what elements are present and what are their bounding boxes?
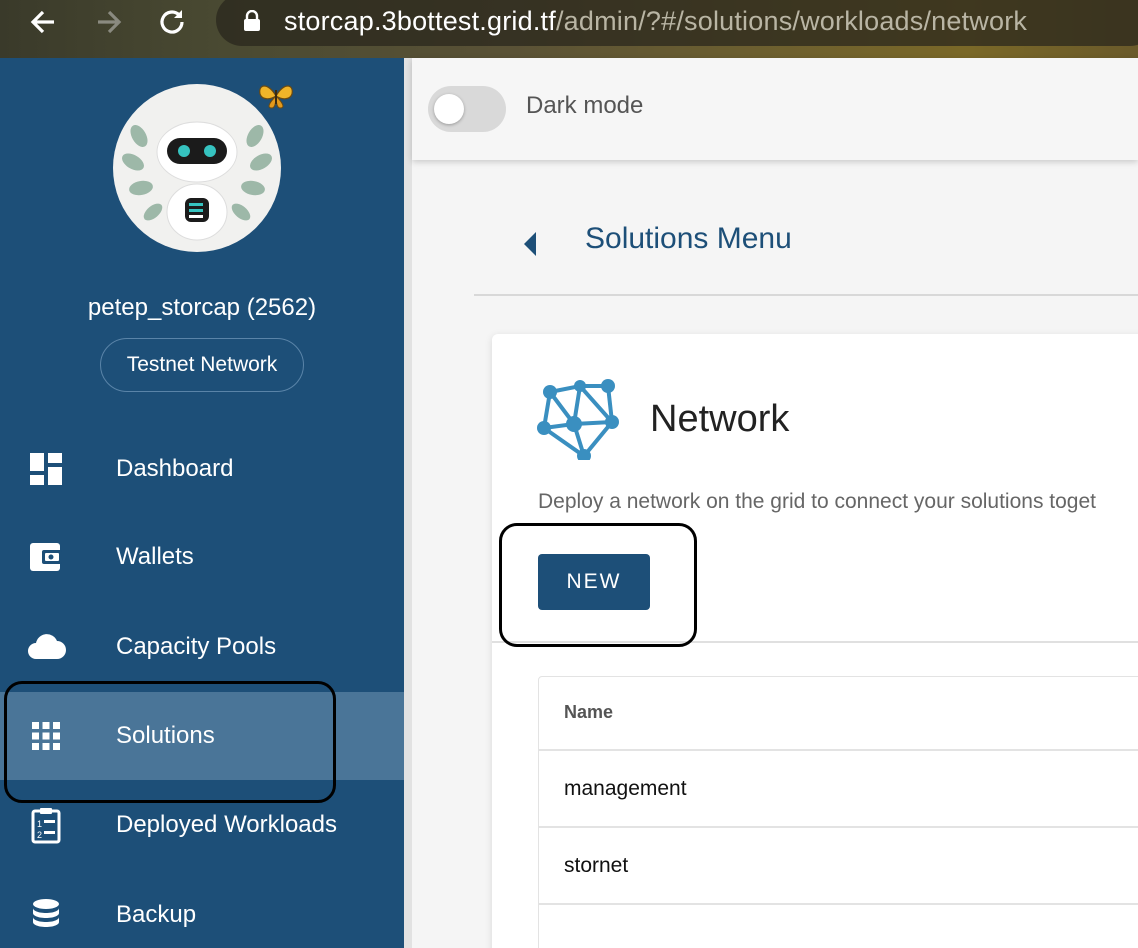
network-icon xyxy=(537,379,619,460)
table-row[interactable] xyxy=(539,905,1138,948)
back-arrow-icon[interactable] xyxy=(26,4,62,40)
sidebar-item-label: Wallets xyxy=(116,543,194,570)
url-text[interactable]: storcap.3bottest.grid.tf/admin/?#/soluti… xyxy=(284,4,1027,38)
annotation-box-new-button xyxy=(499,523,697,647)
wallet-icon xyxy=(30,543,62,571)
networks-table: Name management stornet xyxy=(538,676,1138,948)
url-host: storcap.3bottest.grid.tf xyxy=(284,6,556,36)
url-path: /admin/?#/solutions/workloads/network xyxy=(555,6,1028,36)
svg-text:1: 1 xyxy=(37,819,42,829)
lock-icon xyxy=(244,10,260,31)
username: petep_storcap (2562) xyxy=(87,294,317,321)
database-icon xyxy=(33,899,59,927)
sidebar-item-label: Capacity Pools xyxy=(116,633,277,660)
svg-text:2: 2 xyxy=(37,830,42,840)
network-badge[interactable]: Testnet Network xyxy=(100,338,304,392)
card-description: Deploy a network on the grid to connect … xyxy=(538,490,1096,513)
table-row[interactable]: stornet xyxy=(539,828,1138,905)
dark-mode-toggle[interactable] xyxy=(428,86,506,132)
sidebar-border xyxy=(404,58,412,948)
forward-arrow-icon[interactable] xyxy=(90,4,126,40)
sidebar-item-dashboard[interactable]: Dashboard xyxy=(0,425,404,513)
annotation-box-solutions xyxy=(4,681,336,803)
cloud-icon xyxy=(28,634,66,659)
column-header-name[interactable]: Name xyxy=(539,677,1138,751)
divider xyxy=(474,294,1138,296)
dark-mode-label: Dark mode xyxy=(526,92,644,119)
sidebar-item-wallets[interactable]: Wallets xyxy=(0,513,404,601)
reload-icon[interactable] xyxy=(154,4,190,40)
sidebar-item-backup[interactable]: Backup xyxy=(0,871,404,948)
toggle-knob xyxy=(434,94,464,124)
caret-left-icon[interactable] xyxy=(522,230,538,258)
butterfly-icon xyxy=(259,85,293,109)
clipboard-list-icon: 1 2 xyxy=(31,808,61,844)
sidebar-item-label: Dashboard xyxy=(116,455,234,482)
card-title: Network xyxy=(650,398,790,440)
top-bar: Dark mode xyxy=(412,58,1138,160)
page-title[interactable]: Solutions Menu xyxy=(585,222,792,256)
browser-toolbar: storcap.3bottest.grid.tf/admin/?#/soluti… xyxy=(0,0,1138,58)
dashboard-icon xyxy=(30,453,62,485)
sidebar-item-capacity-pools[interactable]: Capacity Pools xyxy=(0,603,404,691)
sidebar-item-label: Backup xyxy=(116,901,197,928)
sidebar: petep_storcap (2562) Testnet Network Das… xyxy=(0,58,404,948)
table-row[interactable]: management xyxy=(539,751,1138,828)
